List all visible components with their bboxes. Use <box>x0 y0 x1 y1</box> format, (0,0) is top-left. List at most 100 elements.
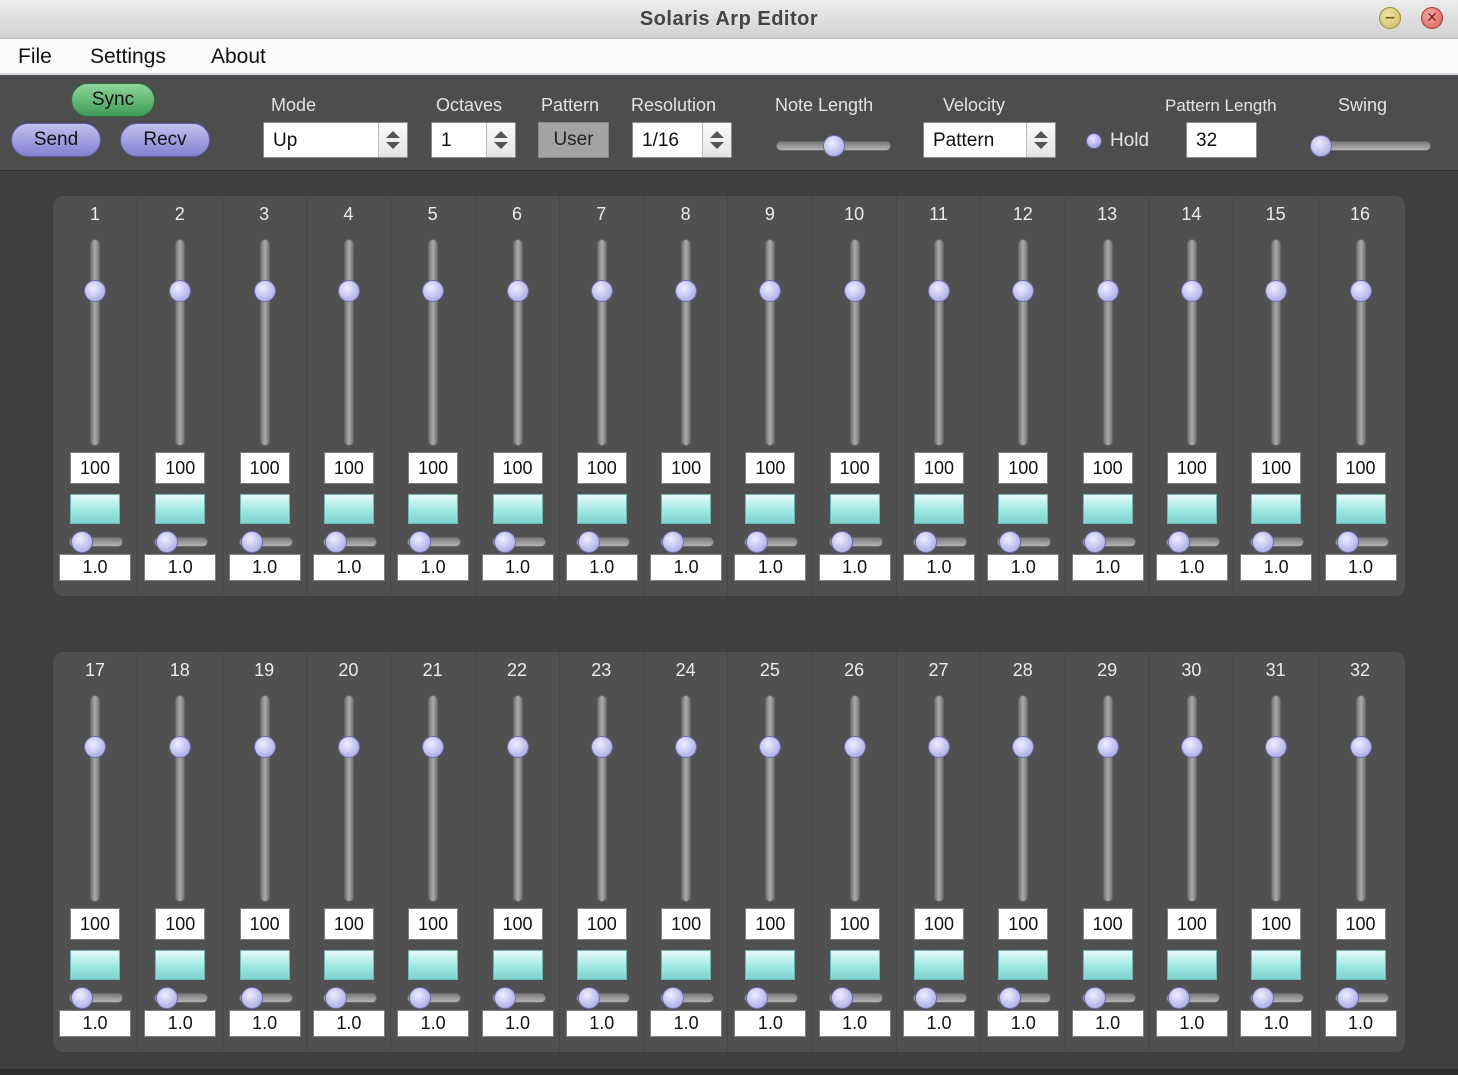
gate-toggle[interactable] <box>745 494 796 524</box>
length-slider-knob[interactable] <box>1167 531 1190 553</box>
velocity-value-field[interactable]: 100 <box>576 452 627 484</box>
velocity-value-field[interactable]: 100 <box>70 908 120 940</box>
velocity-value-field[interactable]: 100 <box>323 452 374 484</box>
length-value-field[interactable]: 1.0 <box>818 1010 891 1037</box>
velocity-slider-knob[interactable] <box>253 279 276 302</box>
gate-toggle[interactable] <box>1335 494 1386 524</box>
velocity-slider[interactable] <box>1186 695 1197 902</box>
length-slider-knob[interactable] <box>1167 987 1190 1009</box>
velocity-slider[interactable] <box>849 239 860 446</box>
length-value-field[interactable]: 1.0 <box>1240 554 1313 581</box>
length-value-field[interactable]: 1.0 <box>144 1010 217 1037</box>
length-slider-knob[interactable] <box>915 531 937 553</box>
velocity-slider-knob[interactable] <box>1096 735 1119 758</box>
velocity-value-field[interactable]: 100 <box>492 908 543 940</box>
velocity-slider[interactable] <box>259 239 270 446</box>
velocity-slider[interactable] <box>1018 239 1029 446</box>
velocity-slider-knob[interactable] <box>1349 735 1372 758</box>
velocity-slider[interactable] <box>343 695 354 902</box>
velocity-slider[interactable] <box>428 695 439 902</box>
length-slider-knob[interactable] <box>746 531 769 553</box>
velocity-value-field[interactable]: 100 <box>239 908 290 940</box>
length-value-field[interactable]: 1.0 <box>818 554 891 581</box>
length-slider-knob[interactable] <box>577 531 600 553</box>
velocity-value-field[interactable]: 100 <box>829 452 880 484</box>
length-value-field[interactable]: 1.0 <box>397 1010 470 1037</box>
gate-toggle[interactable] <box>998 950 1049 980</box>
length-slider-knob[interactable] <box>71 987 93 1009</box>
velocity-value-field[interactable]: 100 <box>1335 908 1386 940</box>
velocity-slider[interactable] <box>934 695 944 902</box>
velocity-slider[interactable] <box>259 695 270 902</box>
velocity-slider-knob[interactable] <box>759 279 782 302</box>
velocity-slider-knob[interactable] <box>169 735 192 758</box>
length-value-field[interactable]: 1.0 <box>481 554 554 581</box>
velocity-slider-knob[interactable] <box>675 279 698 302</box>
velocity-value-field[interactable]: 100 <box>1166 908 1217 940</box>
velocity-slider-knob[interactable] <box>84 279 106 302</box>
velocity-slider[interactable] <box>934 239 944 446</box>
gate-toggle[interactable] <box>408 950 459 980</box>
velocity-value-field[interactable]: 100 <box>408 452 459 484</box>
length-value-field[interactable]: 1.0 <box>228 1010 301 1037</box>
minimize-icon[interactable]: − <box>1379 7 1401 29</box>
velocity-select[interactable]: Pattern <box>923 122 1056 158</box>
velocity-slider[interactable] <box>428 239 439 446</box>
length-slider-knob[interactable] <box>1252 531 1275 553</box>
gate-toggle[interactable] <box>1166 494 1217 524</box>
length-slider-knob[interactable] <box>493 531 516 553</box>
length-value-field[interactable]: 1.0 <box>1324 554 1397 581</box>
velocity-slider-knob[interactable] <box>1180 735 1203 758</box>
length-value-field[interactable]: 1.0 <box>1155 554 1228 581</box>
velocity-value-field[interactable]: 100 <box>155 452 206 484</box>
velocity-slider-knob[interactable] <box>928 279 950 302</box>
length-slider-knob[interactable] <box>915 987 937 1009</box>
length-value-field[interactable]: 1.0 <box>903 554 975 581</box>
menu-settings[interactable]: Settings <box>90 45 166 69</box>
velocity-value-field[interactable]: 100 <box>70 452 120 484</box>
sync-button[interactable]: Sync <box>71 83 155 117</box>
length-slider-knob[interactable] <box>324 987 347 1009</box>
velocity-slider-knob[interactable] <box>169 279 192 302</box>
gate-toggle[interactable] <box>155 494 206 524</box>
gate-toggle[interactable] <box>914 950 964 980</box>
length-value-field[interactable]: 1.0 <box>1324 1010 1397 1037</box>
velocity-slider[interactable] <box>175 695 186 902</box>
velocity-slider[interactable] <box>1355 695 1366 902</box>
velocity-value-field[interactable]: 100 <box>661 908 712 940</box>
velocity-slider[interactable] <box>1102 695 1113 902</box>
gate-toggle[interactable] <box>914 494 964 524</box>
pattern-user-button[interactable]: User <box>538 122 609 158</box>
note-length-knob[interactable] <box>822 135 845 157</box>
gate-toggle[interactable] <box>323 494 374 524</box>
velocity-slider-knob[interactable] <box>84 735 106 758</box>
velocity-slider[interactable] <box>1271 695 1282 902</box>
recv-button[interactable]: Recv <box>120 123 210 157</box>
gate-toggle[interactable] <box>1251 494 1302 524</box>
gate-toggle[interactable] <box>829 494 880 524</box>
gate-toggle[interactable] <box>155 950 206 980</box>
length-value-field[interactable]: 1.0 <box>1240 1010 1313 1037</box>
length-value-field[interactable]: 1.0 <box>650 554 723 581</box>
velocity-slider-knob[interactable] <box>928 735 950 758</box>
velocity-slider-knob[interactable] <box>1265 279 1288 302</box>
length-value-field[interactable]: 1.0 <box>144 554 217 581</box>
velocity-slider-knob[interactable] <box>590 279 613 302</box>
menu-about[interactable]: About <box>211 45 266 69</box>
velocity-slider[interactable] <box>512 239 523 446</box>
gate-toggle[interactable] <box>1335 950 1386 980</box>
close-icon[interactable]: ✕ <box>1421 7 1443 29</box>
length-slider-knob[interactable] <box>240 531 263 553</box>
menu-file[interactable]: File <box>18 45 52 69</box>
velocity-value-field[interactable]: 100 <box>661 452 712 484</box>
length-value-field[interactable]: 1.0 <box>987 1010 1060 1037</box>
velocity-slider[interactable] <box>596 695 607 902</box>
velocity-slider[interactable] <box>90 695 100 902</box>
length-value-field[interactable]: 1.0 <box>565 554 638 581</box>
velocity-value-field[interactable]: 100 <box>155 908 206 940</box>
velocity-slider[interactable] <box>1018 695 1029 902</box>
velocity-value-field[interactable]: 100 <box>1082 452 1133 484</box>
length-slider-knob[interactable] <box>1083 531 1106 553</box>
gate-toggle[interactable] <box>408 494 459 524</box>
velocity-value-field[interactable]: 100 <box>408 908 459 940</box>
